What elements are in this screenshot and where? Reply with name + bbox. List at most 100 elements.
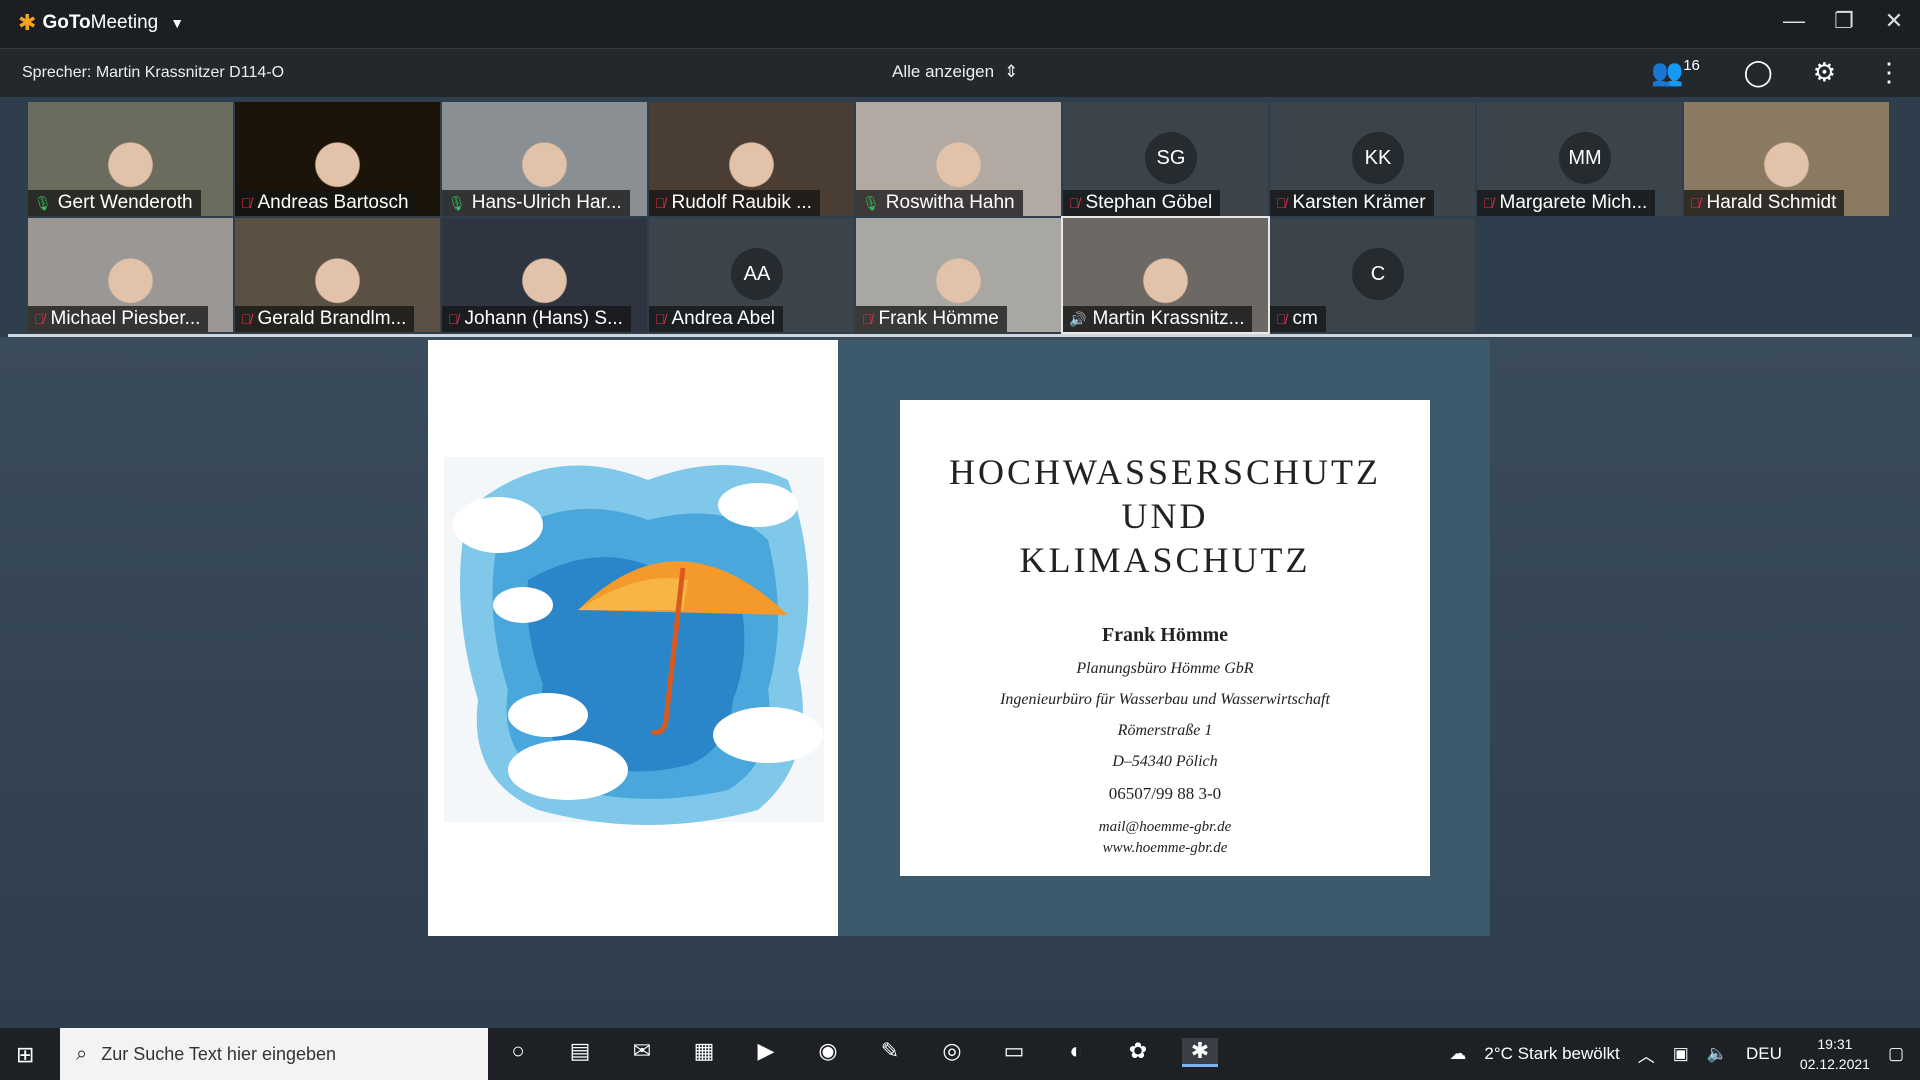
city-address: D–54340 Pölich <box>1112 753 1218 770</box>
participant-name: Andrea Abel <box>671 308 776 329</box>
slide-title: HOCHWASSERSCHUTZ UND KLIMASCHUTZ <box>948 452 1382 580</box>
slide-text-panel: HOCHWASSERSCHUTZ UND KLIMASCHUTZ Frank H… <box>838 340 1490 936</box>
speaker-label: Sprecher: Martin Krassnitzer D114-O <box>22 64 285 81</box>
participant-name: Harald Schmidt <box>1706 192 1837 213</box>
participant-name-bar: 🎙 Roswitha Hahn <box>856 190 1023 216</box>
media-player-icon[interactable]: ▶ <box>748 1038 784 1067</box>
participant-tile[interactable]: AA 🎙̸ Andrea Abel <box>649 218 854 332</box>
avatar: MM <box>1559 132 1611 184</box>
mic-icon: 🎙 <box>34 194 52 211</box>
participant-tile[interactable]: 🎙 Gert Wenderoth <box>28 102 233 216</box>
cortana-icon[interactable]: ○ <box>500 1038 536 1067</box>
participant-tile[interactable]: 🎙̸ Gerald Brandlm... <box>235 218 440 332</box>
participant-name-bar: 🔊 Martin Krassnitz... <box>1063 306 1253 332</box>
task-view-icon[interactable]: ▤ <box>562 1038 598 1067</box>
email-address: mail@hoemme-gbr.de <box>1098 819 1232 835</box>
search-placeholder: Zur Suche Text hier eingeben <box>101 1043 337 1064</box>
participant-tile[interactable]: 🎙̸ Harald Schmidt <box>1684 102 1889 216</box>
avatar: AA <box>731 248 783 300</box>
participant-name-bar: 🎙̸ Andreas Bartosch <box>235 190 417 216</box>
participant-name-bar: 🎙̸ Frank Hömme <box>856 306 1007 332</box>
chevron-down-icon: ▼ <box>170 15 185 31</box>
mic-muted-icon: 🎙̸ <box>1069 195 1080 211</box>
participant-tile[interactable]: C 🎙̸ cm <box>1270 218 1475 332</box>
taskbar-clock[interactable]: 19:31 02.12.2021 <box>1800 1034 1870 1074</box>
mic-muted-icon: 🎙̸ <box>1483 195 1494 211</box>
participant-tile[interactable]: 🎙̸ Michael Piesber... <box>28 218 233 332</box>
participant-name: Michael Piesber... <box>50 308 201 329</box>
mic-muted-icon: 🎙̸ <box>241 311 252 327</box>
participant-name-bar: 🎙 Hans-Ulrich Har... <box>442 190 630 216</box>
language-indicator[interactable]: DEU <box>1746 1044 1782 1064</box>
network-icon[interactable]: ▣ <box>1673 1044 1689 1064</box>
mail-icon[interactable]: ✉ <box>624 1038 660 1067</box>
app-menu[interactable]: ✱ GoToMeeting ▼ <box>18 10 184 36</box>
taskbar-search[interactable]: ⌕ Zur Suche Text hier eingeben <box>60 1028 488 1080</box>
participant-name-bar: 🎙̸ Margarete Mich... <box>1477 190 1656 216</box>
presenter-name: Frank Hömme <box>1101 624 1229 646</box>
restore-icon[interactable]: ❐ <box>1832 8 1856 34</box>
participant-tile[interactable]: SG 🎙̸ Stephan Göbel <box>1063 102 1268 216</box>
participant-tile[interactable]: 🎙̸ Johann (Hans) S... <box>442 218 647 332</box>
participants-button[interactable]: 👥 16 <box>1651 57 1700 88</box>
slide-image-panel <box>428 340 838 936</box>
participant-name: Stephan Göbel <box>1085 192 1213 213</box>
participant-tile[interactable]: 🎙̸ Andreas Bartosch <box>235 102 440 216</box>
contact-links: mail@hoemme-gbr.de www.hoemme-gbr.de <box>900 817 1430 859</box>
participant-tile[interactable]: 🎙 Hans-Ulrich Har... <box>442 102 647 216</box>
view-selector[interactable]: Alle anzeigen ⇕ <box>892 62 1018 82</box>
chrome-icon[interactable]: ◎ <box>934 1038 970 1067</box>
mic-muted-icon: 🎙̸ <box>1276 195 1287 211</box>
participant-name-bar: 🎙̸ Andrea Abel <box>649 306 784 332</box>
chevron-updown-icon: ⇕ <box>1004 62 1019 81</box>
company-subtitle: Ingenieurbüro für Wasserbau und Wasserwi… <box>1000 691 1330 708</box>
windows-taskbar: ⊞ ⌕ Zur Suche Text hier eingeben ○ ▤ ✉ ▦… <box>0 1028 1920 1080</box>
company-name: Planungsbüro Hömme GbR <box>1076 660 1254 677</box>
volume-icon[interactable]: 🔈 <box>1707 1044 1728 1064</box>
tray-chevron-up-icon[interactable]: ︿ <box>1638 1042 1655 1067</box>
mic-muted-icon: 🎙̸ <box>241 195 252 211</box>
participant-tile[interactable]: 🔊 Martin Krassnitz... <box>1061 216 1270 334</box>
participant-tile[interactable]: 🎙 Roswitha Hahn <box>856 102 1061 216</box>
participant-name: Frank Hömme <box>878 308 999 329</box>
app-name: GoToMeeting <box>42 12 159 33</box>
clock-date: 02.12.2021 <box>1799 1056 1870 1072</box>
search-icon: ⌕ <box>76 1042 88 1065</box>
edge-icon[interactable]: ◐ <box>1058 1038 1094 1067</box>
participant-name: Rudolf Raubik ... <box>671 192 812 213</box>
participant-tile[interactable]: 🎙̸ Rudolf Raubik ... <box>649 102 854 216</box>
participant-name: cm <box>1292 308 1318 329</box>
umbrella-illustration <box>444 457 824 825</box>
avatar: C <box>1352 248 1404 300</box>
title-bar: ✱ GoToMeeting ▼ — ❐ ✕ <box>0 0 1920 48</box>
paint-icon[interactable]: ✎ <box>872 1038 908 1067</box>
weather-text[interactable]: 2°C Stark bewölkt <box>1484 1044 1619 1064</box>
participant-name: Hans-Ulrich Har... <box>471 192 622 213</box>
speaker-active-icon: 🔊 <box>1069 310 1087 327</box>
minimize-icon[interactable]: — <box>1782 8 1806 34</box>
gear-icon[interactable]: ⚙ <box>1813 57 1836 88</box>
participant-name: Johann (Hans) S... <box>464 308 623 329</box>
clock-time: 19:31 <box>1817 1036 1853 1052</box>
notifications-icon[interactable]: ▢ <box>1888 1044 1904 1064</box>
weather-icon: ☁ <box>1449 1044 1467 1063</box>
windows-start-icon[interactable]: ⊞ <box>16 1042 34 1068</box>
more-icon[interactable]: ⋮ <box>1876 57 1902 88</box>
chat-icon[interactable]: ◯ <box>1744 57 1773 88</box>
participant-name: Andreas Bartosch <box>257 192 409 213</box>
firefox-icon[interactable]: ◉ <box>810 1038 846 1067</box>
participant-name: Margarete Mich... <box>1499 192 1648 213</box>
store-icon[interactable]: ▦ <box>686 1038 722 1067</box>
participant-name-bar: 🎙̸ Michael Piesber... <box>28 306 209 332</box>
participant-name: Karsten Krämer <box>1292 192 1426 213</box>
phone-number: 06507/99 88 3-0 <box>1108 784 1222 803</box>
meeting-toolbar: Sprecher: Martin Krassnitzer D114-O Alle… <box>0 48 1920 97</box>
paint-3d-icon[interactable]: ✿ <box>1120 1038 1156 1067</box>
participant-tile[interactable]: 🎙̸ Frank Hömme <box>856 218 1061 332</box>
participant-tile[interactable]: MM 🎙̸ Margarete Mich... <box>1477 102 1682 216</box>
participant-tile[interactable]: KK 🎙̸ Karsten Krämer <box>1270 102 1475 216</box>
website-address: www.hoemme-gbr.de <box>1102 840 1228 856</box>
close-icon[interactable]: ✕ <box>1882 8 1906 34</box>
file-explorer-icon[interactable]: ▭ <box>996 1038 1032 1067</box>
gotomeeting-taskbar-icon[interactable]: ✱ <box>1182 1038 1218 1067</box>
